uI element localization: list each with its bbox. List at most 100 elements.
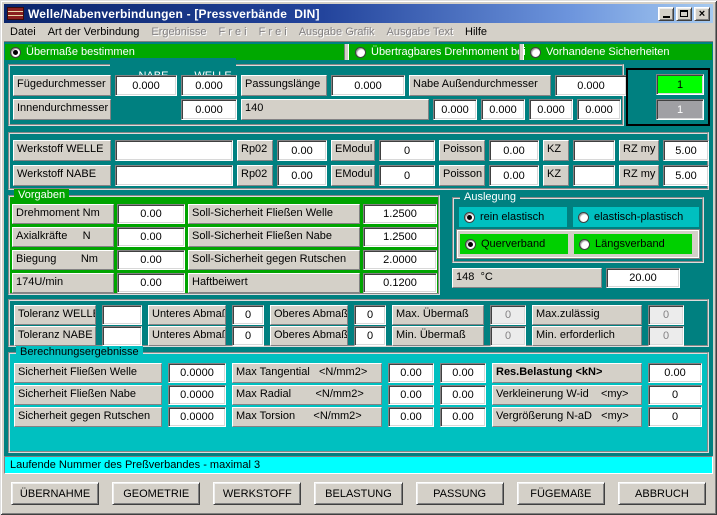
drehzahl-input[interactable] <box>117 273 185 293</box>
werkstoff-welle-label: Werkstoff WELLE <box>13 140 111 161</box>
min-uebermass-output <box>490 326 526 346</box>
minimize-button[interactable] <box>658 7 674 21</box>
vorgaben-title: Vorgaben <box>14 189 69 201</box>
haftbeiwert-input[interactable] <box>363 273 437 293</box>
nabe-aussendurchmesser-input[interactable] <box>555 75 627 96</box>
geometry-group: NABEWELLE Fügedurchmesser Passungslänge … <box>8 64 624 126</box>
max-zulaessig-label: Max.zulässig <box>532 305 642 325</box>
max-zulaessig-output <box>648 305 684 325</box>
emodul-welle-input[interactable] <box>379 140 435 161</box>
radio-querverband[interactable]: Querverband <box>460 234 568 254</box>
sicherheit-rutschen-output <box>168 407 226 427</box>
fuegedurchmesser-welle-input[interactable] <box>181 75 237 96</box>
oberes-abmass-nabe-input[interactable] <box>354 326 386 346</box>
toleranz-group: Toleranz WELLE Unteres Abmaß Oberes Abma… <box>8 299 709 347</box>
toleranz-welle-input[interactable] <box>102 305 142 325</box>
max-radial-label: Max Radial <N/mm2> <box>232 385 382 405</box>
werkstoff-welle-name-input[interactable] <box>115 140 233 161</box>
pressverband-counter-panel <box>626 68 710 126</box>
geometry-extra-input-1[interactable] <box>433 99 477 120</box>
kz-nabe-input[interactable] <box>573 165 615 186</box>
menu-art-der-verbindung[interactable]: Art der Verbindung <box>42 24 146 40</box>
res-belastung-label: Res.Belastung <kN> <box>492 363 642 383</box>
fuegedurchmesser-nabe-input[interactable] <box>115 75 177 96</box>
verband-panel: Querverband Längsverband <box>457 230 699 258</box>
max-uebermass-label: Max. Übermaß <box>392 305 484 325</box>
rp02-welle-input[interactable] <box>277 140 327 161</box>
pressverband-active-number[interactable] <box>656 74 704 95</box>
close-button[interactable]: × <box>694 7 710 21</box>
radio-icon <box>355 47 366 58</box>
menu-hilfe[interactable]: Hilfe <box>459 24 493 40</box>
geometry-extra-input-2[interactable] <box>481 99 525 120</box>
abbruch-button[interactable]: ABBRUCH <box>618 482 706 505</box>
app-icon <box>7 7 24 20</box>
biegung-label: Biegung Nm <box>12 250 114 270</box>
oberes-abmass-welle-input[interactable] <box>354 305 386 325</box>
soll-sicherheit-fliessen-nabe-label: Soll-Sicherheit Fließen Nabe <box>188 227 360 247</box>
radio-laengsverband[interactable]: Längsverband <box>574 234 692 254</box>
fuegedurchmesser-label: Fügedurchmesser <box>13 75 111 96</box>
uebernahme-button[interactable]: ÜBERNAHME <box>11 482 99 505</box>
kz-welle-input[interactable] <box>573 140 615 161</box>
temperature-input[interactable] <box>606 268 680 288</box>
max-tangential-output-1 <box>388 363 434 383</box>
max-torsion-output-2 <box>440 407 486 427</box>
poisson-welle-input[interactable] <box>489 140 539 161</box>
axialkraefte-label: Axialkräfte N <box>12 227 114 247</box>
werkstoff-button[interactable]: WERKSTOFF <box>213 482 301 505</box>
radio-rein-elastisch[interactable]: rein elastisch <box>459 207 567 227</box>
soll-sicherheit-rutschen-input[interactable] <box>363 250 437 270</box>
vorgaben-group: Vorgaben Drehmoment Nm Soll-Sicherheit F… <box>8 195 440 295</box>
maximize-icon <box>680 10 688 17</box>
biegung-input[interactable] <box>117 250 185 270</box>
toleranz-welle-label: Toleranz WELLE <box>14 305 96 325</box>
temperature-label: 148 °C <box>452 268 602 288</box>
soll-sicherheit-fliessen-welle-input[interactable] <box>363 204 437 224</box>
geometrie-button[interactable]: GEOMETRIE <box>112 482 200 505</box>
soll-sicherheit-fliessen-nabe-input[interactable] <box>363 227 437 247</box>
app-window: Welle/Nabenverbindungen - [Pressverbände… <box>0 0 717 515</box>
res-belastung-output <box>648 363 702 383</box>
sicherheit-fliessen-nabe-output <box>168 385 226 405</box>
mode-separator <box>344 44 349 60</box>
radio-icon <box>10 47 21 58</box>
toleranz-nabe-input[interactable] <box>102 326 142 346</box>
min-uebermass-label: Min. Übermaß <box>392 326 484 346</box>
auslegung-title: Auslegung <box>460 191 520 203</box>
belastung-button[interactable]: BELASTUNG <box>314 482 402 505</box>
unteres-abmass-welle-input[interactable] <box>232 305 264 325</box>
fuegemasse-button[interactable]: FÜGEMAßE <box>517 482 605 505</box>
radio-icon <box>530 47 541 58</box>
drehmoment-input[interactable] <box>117 204 185 224</box>
footer-button-bar: ÜBERNAHME GEOMETRIE WERKSTOFF BELASTUNG … <box>4 476 713 511</box>
poisson-label: Poisson <box>439 165 485 186</box>
axialkraefte-input[interactable] <box>117 227 185 247</box>
mode-option-uebertragbares-drehmoment[interactable]: Übertragbares Drehmoment bei Vorgabe Pas… <box>351 44 517 60</box>
maximize-button[interactable] <box>676 7 692 21</box>
passung-button[interactable]: PASSUNG <box>416 482 504 505</box>
geometry-extra-input-3[interactable] <box>529 99 573 120</box>
verkleinerung-wid-output <box>648 385 702 405</box>
werkstoff-nabe-name-input[interactable] <box>115 165 233 186</box>
radio-icon <box>579 239 590 250</box>
unteres-abmass-label: Unteres Abmaß <box>148 305 226 325</box>
emodul-nabe-input[interactable] <box>379 165 435 186</box>
menu-datei[interactable]: Datei <box>4 24 42 40</box>
innendurchmesser-welle-input[interactable] <box>181 99 237 120</box>
radio-elastisch-plastisch[interactable]: elastisch-plastisch <box>573 207 699 227</box>
mode-option-vorhandene-sicherheiten[interactable]: Vorhandene Sicherheiten <box>526 44 712 60</box>
passungslaenge-input[interactable] <box>331 75 405 96</box>
unteres-abmass-nabe-input[interactable] <box>232 326 264 346</box>
option-label: Querverband <box>481 238 545 250</box>
rz-my-nabe-input[interactable] <box>663 165 709 186</box>
sicherheit-fliessen-nabe-label: Sicherheit Fließen Nabe <box>14 385 162 405</box>
werkstoff-group: Werkstoff WELLE Rp02 EModul Poisson KZ R… <box>8 132 709 190</box>
window-controls: × <box>658 7 710 21</box>
poisson-nabe-input[interactable] <box>489 165 539 186</box>
nabe-aussendurchmesser-label: Nabe Außendurchmesser <box>409 75 551 96</box>
menu-ausgabe-grafik: Ausgabe Grafik <box>293 24 381 40</box>
rz-my-welle-input[interactable] <box>663 140 709 161</box>
geometry-extra-input-4[interactable] <box>577 99 621 120</box>
rp02-nabe-input[interactable] <box>277 165 327 186</box>
